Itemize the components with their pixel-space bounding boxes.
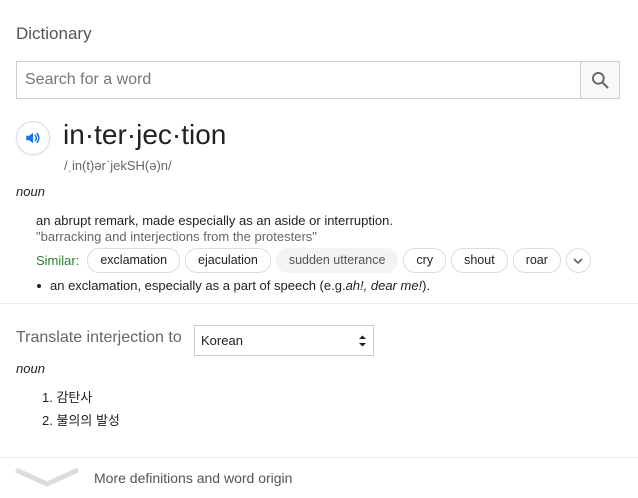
bullet [37, 283, 41, 288]
footer-divider [0, 457, 638, 458]
definition-2-suffix: ). [422, 278, 431, 293]
similar-chip[interactable]: shout [451, 248, 508, 273]
translation-part-of-speech: noun [16, 361, 45, 376]
dictionary-card: Dictionary in·ter·jec·tion /ˌin(t)ərˈjek… [0, 0, 638, 498]
select-arrows-icon [359, 335, 366, 347]
similar-chip[interactable]: roar [512, 248, 561, 273]
similar-chip[interactable]: ejaculation [185, 248, 271, 273]
translation-item: 1. 감탄사 [42, 390, 93, 405]
language-select[interactable]: Korean [194, 325, 374, 356]
definition-2-example: ah!, dear me! [345, 278, 423, 293]
translation-item: 2. 불의의 발성 [42, 413, 120, 428]
definition-2-prefix: an exclamation, especially as a part of … [50, 278, 346, 293]
similar-chip[interactable]: exclamation [87, 248, 181, 273]
search-input[interactable] [17, 62, 581, 98]
definition-1: an abrupt remark, made especially as an … [36, 213, 393, 228]
similar-words-row: Similar: exclamation ejaculation sudden … [36, 248, 591, 273]
chevron-down-icon [573, 257, 583, 264]
card-title: Dictionary [16, 24, 92, 43]
section-divider [0, 303, 638, 304]
wide-chevron-down-icon [14, 467, 80, 487]
part-of-speech: noun [16, 184, 45, 199]
similar-chip[interactable]: sudden utterance [275, 248, 399, 273]
more-definitions-label: More definitions and word origin [94, 470, 293, 486]
more-definitions-button[interactable]: More definitions and word origin [14, 464, 414, 492]
definition-2: an exclamation, especially as a part of … [36, 278, 430, 293]
definition-1-example: "barracking and interjections from the p… [36, 229, 317, 244]
search-icon [592, 72, 609, 89]
expand-similar-button[interactable] [565, 248, 591, 273]
similar-chip[interactable]: cry [403, 248, 447, 273]
translate-label: Translate interjection to [16, 329, 182, 346]
selected-language: Korean [201, 333, 243, 348]
phonetic-spelling: /ˌin(t)ərˈjekSH(ə)n/ [64, 158, 172, 173]
headword: in·ter·jec·tion [63, 119, 227, 150]
speaker-icon [26, 132, 40, 144]
search-box [16, 61, 620, 99]
pronunciation-button[interactable] [16, 121, 50, 155]
similar-label: Similar: [36, 253, 80, 268]
search-button[interactable] [580, 62, 619, 98]
